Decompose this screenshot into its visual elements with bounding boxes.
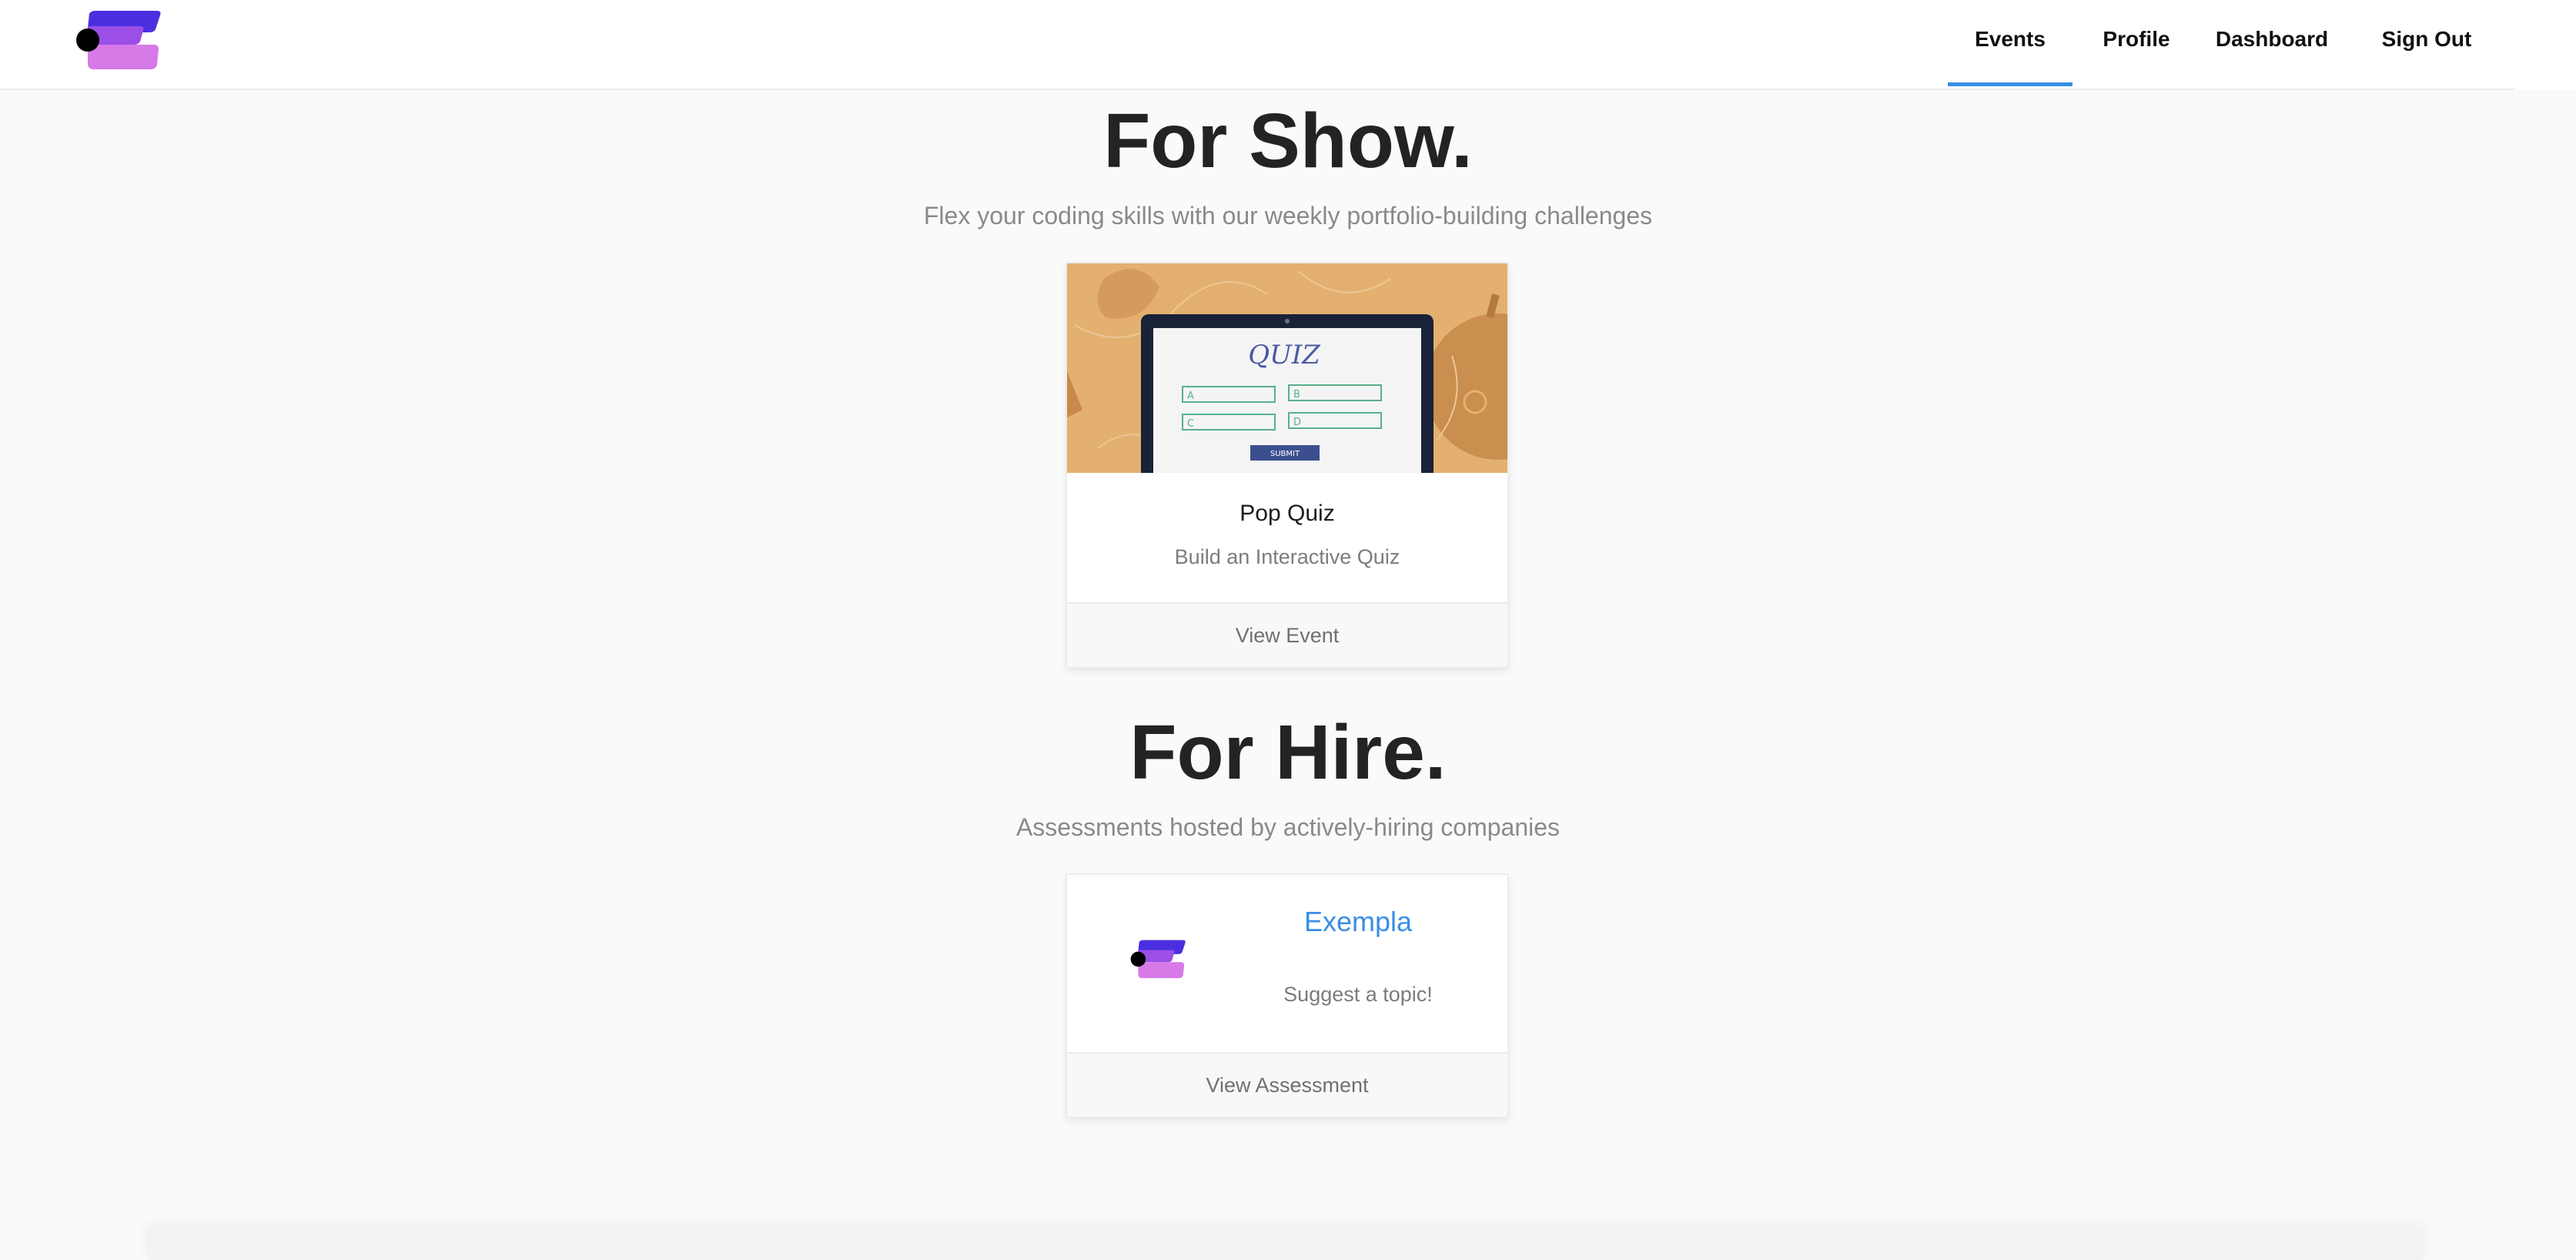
quiz-title-text: QUIZ (1248, 340, 1321, 370)
top-navbar: Events Profile Dashboard Sign Out (0, 0, 2576, 89)
nav-profile[interactable]: Profile (2096, 0, 2177, 86)
svg-text:B: B (1293, 389, 1300, 400)
event-description: Build an Interactive Quiz (1174, 545, 1400, 568)
app-logo[interactable] (75, 9, 163, 72)
event-title: Pop Quiz (1239, 501, 1335, 526)
footer-edge (146, 1229, 2425, 1260)
for-hire-subtitle: Assessments hosted by actively-hiring co… (1015, 813, 1561, 841)
nav-events[interactable]: Events (1948, 0, 2073, 86)
for-hire-heading: For Hire. (1129, 709, 1447, 796)
svg-text:C: C (1187, 418, 1194, 430)
navbar-divider (0, 89, 2514, 90)
for-show-heading: For Show. (1103, 98, 1473, 184)
svg-text:A: A (1187, 390, 1194, 402)
svg-text:D: D (1293, 417, 1301, 428)
company-logo (1130, 940, 1186, 979)
view-assessment-button[interactable]: View Assessment (1067, 1052, 1507, 1117)
quiz-illustration: QUIZ A B C D SUBMIT (1067, 263, 1507, 473)
assessment-topic: Suggest a topic! (1283, 983, 1433, 1006)
assessment-card[interactable]: Exempla Suggest a topic! View Assessment (1066, 873, 1509, 1118)
nav-sign-out[interactable]: Sign Out (2367, 0, 2487, 86)
nav-dashboard[interactable]: Dashboard (2210, 0, 2334, 86)
company-name-link[interactable]: Exempla (1264, 906, 1452, 938)
svg-text:SUBMIT: SUBMIT (1270, 450, 1300, 458)
main-nav: Events Profile Dashboard Sign Out (1914, 0, 2576, 86)
view-event-button[interactable]: View Event (1067, 602, 1507, 667)
event-card[interactable]: QUIZ A B C D SUBMIT Pop Quiz Build an In… (1066, 262, 1509, 669)
for-show-subtitle: Flex your coding skills with our weekly … (923, 202, 1653, 230)
